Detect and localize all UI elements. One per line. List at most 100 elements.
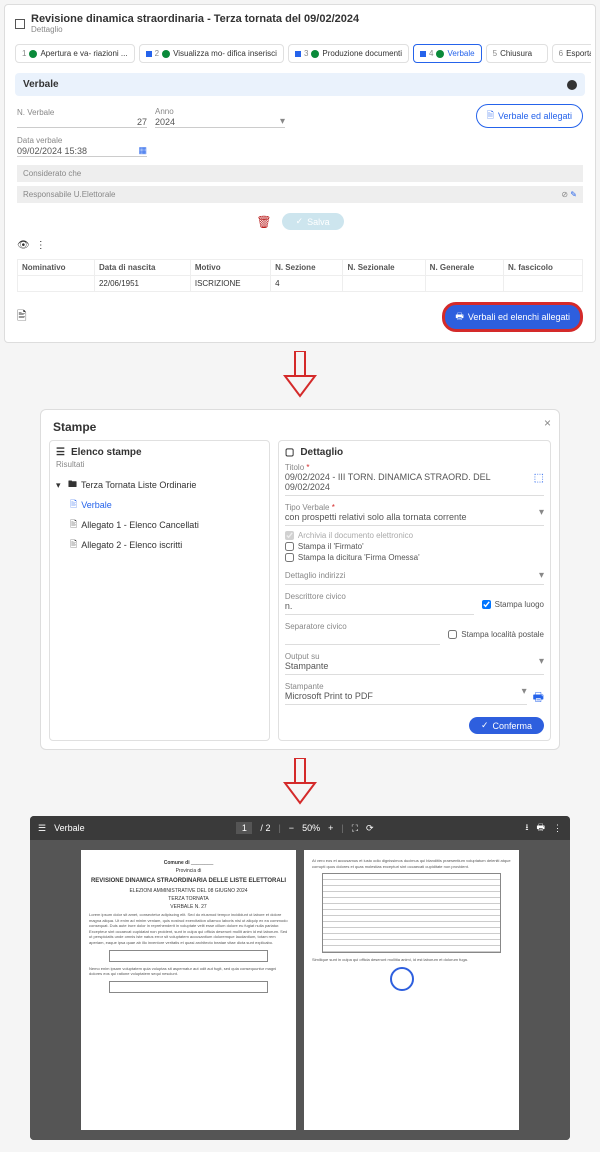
- step-verbale[interactable]: 4Verbale: [413, 44, 482, 63]
- tree-item-allegato1[interactable]: 🖹Allegato 1 - Elenco Cancellati: [56, 515, 263, 535]
- field-label: Responsabile U.Elettorale: [23, 190, 116, 199]
- field-value: n.: [285, 601, 474, 611]
- cell: [503, 276, 582, 292]
- open-icon[interactable]: ⬚: [534, 471, 544, 484]
- pdf-page-1[interactable]: Comune di ________ Provincia di REVISION…: [81, 850, 296, 1130]
- field-value: Microsoft Print to PDF: [285, 691, 373, 701]
- considerato-field[interactable]: Considerato che: [17, 165, 583, 182]
- step-label: Esporta documenti: [566, 49, 591, 58]
- pdf-page-2[interactable]: At vero eos et accusamus et iusto odio d…: [304, 850, 519, 1130]
- chevron-down-icon[interactable]: ▾: [280, 116, 285, 127]
- step-visualizza[interactable]: 2Visualizza mo- difica inserisci: [139, 44, 284, 63]
- rotate-icon[interactable]: ⟳: [366, 823, 374, 834]
- stampante-field[interactable]: Stampante Microsoft Print to PDF ▾: [285, 679, 527, 705]
- check-label: Stampa la dicitura 'Firma Omessa': [298, 553, 420, 562]
- tree-node[interactable]: ▾🖿Terza Tornata Liste Ordinarie: [56, 475, 263, 495]
- more-icon[interactable]: ⋮: [553, 823, 562, 834]
- tree-item-verbale[interactable]: 🖹Verbale: [56, 495, 263, 515]
- close-icon[interactable]: ×: [544, 416, 551, 430]
- check-firmato[interactable]: Stampa il 'Firmato': [285, 541, 544, 552]
- conferma-button[interactable]: ✓ Conferma: [469, 717, 544, 734]
- calendar-icon[interactable]: ▦: [138, 145, 147, 156]
- th-motivo[interactable]: Motivo: [190, 260, 270, 276]
- edit-icon[interactable]: ✎: [570, 190, 577, 199]
- tree-item-allegato2[interactable]: 🖹Allegato 2 - Elenco iscritti: [56, 535, 263, 555]
- checkbox[interactable]: [482, 600, 491, 609]
- doc-sub: TERZA TORNATA: [89, 896, 288, 902]
- field-label: Separatore civico: [285, 622, 440, 631]
- checkbox[interactable]: [285, 542, 294, 551]
- zoom-out-icon[interactable]: −: [289, 823, 294, 833]
- field-label: Data verbale: [17, 136, 147, 145]
- collapse-icon[interactable]: [567, 80, 577, 90]
- tipo-verbale-field[interactable]: Tipo Verbale * con prospetti relativi so…: [285, 500, 544, 526]
- cell: 4: [271, 276, 343, 292]
- step-label: Verbale: [447, 49, 474, 58]
- page-input[interactable]: [236, 822, 252, 834]
- verbale-header[interactable]: Verbale: [15, 73, 585, 96]
- printer-icon[interactable]: 🖶: [533, 688, 544, 709]
- document-icon: 🗎: [487, 108, 494, 124]
- step-esporta[interactable]: 6Esporta documenti: [552, 44, 591, 63]
- th-generale[interactable]: N. Generale: [425, 260, 503, 276]
- th-fascicolo[interactable]: N. fascicolo: [503, 260, 582, 276]
- check-firma-omessa[interactable]: Stampa la dicitura 'Firma Omessa': [285, 552, 544, 563]
- print-icon[interactable]: 🖶: [537, 820, 546, 836]
- doc-table: [109, 981, 268, 993]
- zoom-in-icon[interactable]: +: [328, 823, 333, 833]
- field-value: con prospetti relativi solo alla tornata…: [285, 512, 467, 522]
- square-icon: [420, 51, 426, 57]
- more-icon[interactable]: ⋮: [36, 240, 46, 251]
- dettaglio-indirizzi-field[interactable]: Dettaglio indirizzi ▾: [285, 567, 544, 585]
- cell: ISCRIZIONE: [190, 276, 270, 292]
- doc-sub: ELEZIONI AMMINISTRATIVE DEL 08 GIUGNO 20…: [89, 888, 288, 894]
- button-label: Verbale ed allegati: [498, 111, 572, 121]
- step-produzione[interactable]: 3Produzione documenti: [288, 44, 409, 63]
- menu-icon[interactable]: ☰: [38, 823, 46, 834]
- save-button[interactable]: ✓ Salva: [282, 213, 344, 230]
- chevron-down-icon[interactable]: ▾: [539, 507, 544, 518]
- th-nominativo[interactable]: Nominativo: [18, 260, 95, 276]
- sep-civico-field[interactable]: Separatore civico: [285, 619, 440, 645]
- step-label: Visualizza mo- difica inserisci: [173, 49, 277, 58]
- verbale-allegati-button[interactable]: 🗎 Verbale ed allegati: [476, 104, 583, 128]
- step-apertura[interactable]: 1Apertura e va- riazioni ...: [15, 44, 135, 63]
- page-total: 2: [265, 823, 270, 833]
- clear-icon[interactable]: ⊘: [561, 190, 568, 199]
- checkbox[interactable]: [285, 553, 294, 562]
- check-stampa-luogo[interactable]: Stampa luogo: [482, 589, 544, 619]
- responsabile-field[interactable]: Responsabile U.Elettorale ⊘ ✎: [17, 186, 583, 203]
- export-icon[interactable]: 🖹: [17, 307, 27, 328]
- chevron-down-icon[interactable]: ▾: [539, 656, 544, 667]
- th-sezionale[interactable]: N. Sezionale: [343, 260, 425, 276]
- anno-field[interactable]: Anno 2024▾: [155, 107, 285, 128]
- print-verbali-button[interactable]: 🖶 Verbali ed elenchi allegati: [442, 302, 583, 332]
- output-field[interactable]: Output su Stampante ▾: [285, 649, 544, 675]
- fit-icon[interactable]: ⛶: [352, 823, 358, 834]
- data-table: Nominativo Data di nascita Motivo N. Sez…: [17, 259, 583, 292]
- th-data[interactable]: Data di nascita: [94, 260, 190, 276]
- th-sezione[interactable]: N. Sezione: [271, 260, 343, 276]
- tree-label: Allegato 2 - Elenco iscritti: [81, 540, 182, 550]
- doc-provincia: Provincia di: [89, 868, 288, 874]
- desc-civico-field[interactable]: Descrittore civico n.: [285, 589, 474, 615]
- button-label: Verbali ed elenchi allegati: [468, 312, 570, 322]
- dettaglio-panel: ▢Dettaglio Titolo * 09/02/2024 - III TOR…: [278, 440, 551, 741]
- download-icon[interactable]: ⭳: [525, 820, 528, 836]
- arrow-down-icon: [280, 758, 320, 808]
- stampe-dialog: × Stampe ☰Elenco stampe Risultati ▾🖿Terz…: [40, 409, 560, 750]
- chevron-down-icon[interactable]: ▾: [539, 570, 544, 581]
- table-row[interactable]: 22/06/1951 ISCRIZIONE 4: [18, 276, 583, 292]
- doc-table: [109, 950, 268, 962]
- doc-data-table: [322, 873, 501, 953]
- check-stampa-localita[interactable]: Stampa località postale: [448, 619, 544, 649]
- pdf-viewer: ☰ Verbale / 2 | − 50% + | ⛶ ⟳ ⭳ 🖶 ⋮ Comu…: [30, 816, 570, 1140]
- check-archivia[interactable]: Archivia il documento elettronico: [285, 530, 544, 541]
- chevron-down-icon[interactable]: ▾: [522, 686, 527, 697]
- step-chiusura[interactable]: 5Chiusura: [486, 44, 548, 63]
- delete-icon[interactable]: 🗑: [256, 215, 271, 229]
- eye-icon[interactable]: 👁: [17, 240, 30, 251]
- data-verbale-field[interactable]: Data verbale 09/02/2024 15:38▦: [17, 136, 147, 157]
- checkbox[interactable]: [448, 630, 457, 639]
- check-label: Stampa località postale: [461, 630, 544, 639]
